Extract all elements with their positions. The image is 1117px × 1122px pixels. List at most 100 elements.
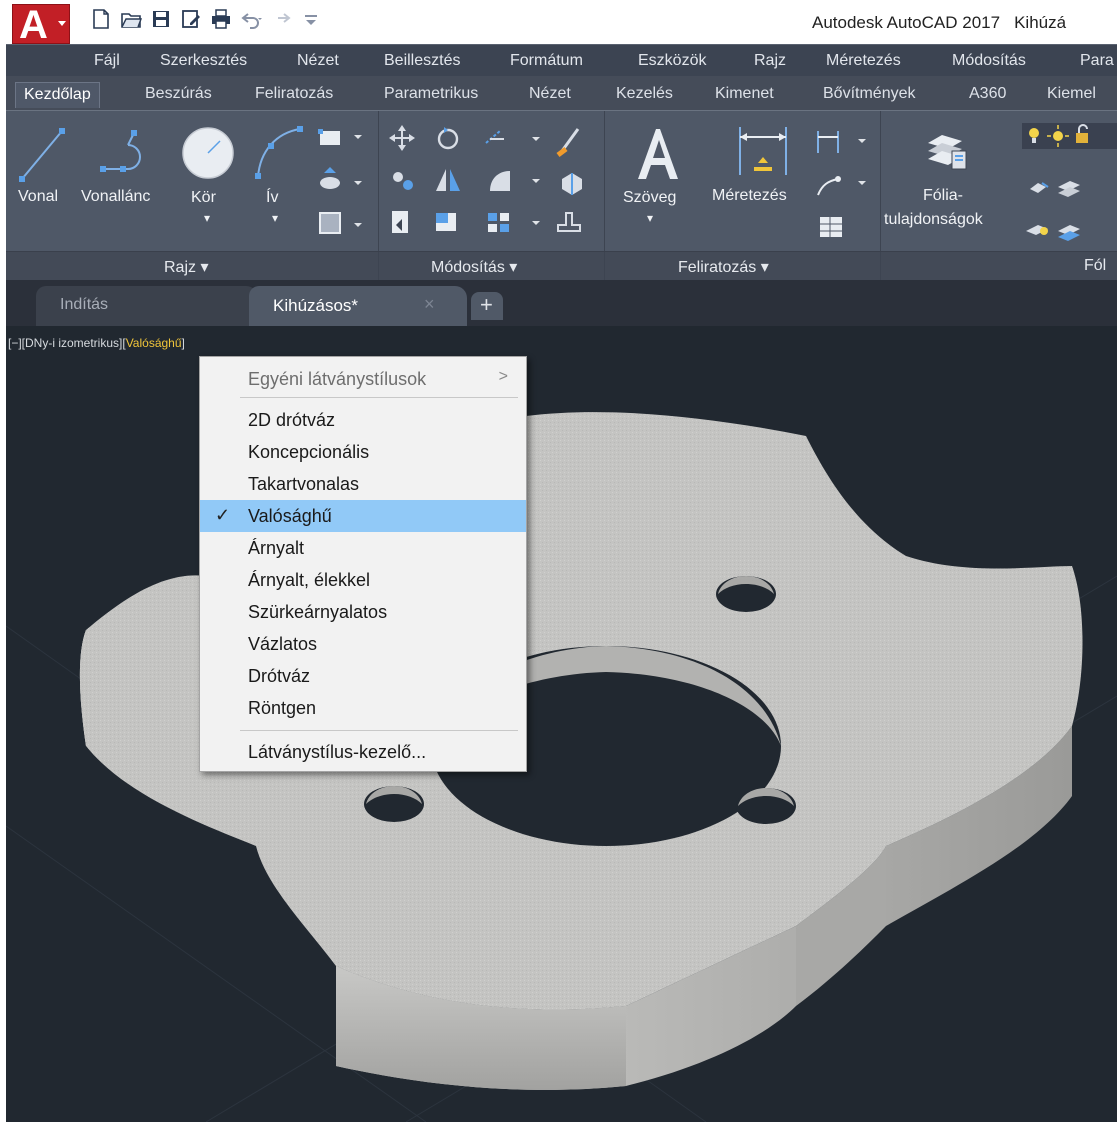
line-icon[interactable]	[18, 123, 68, 183]
viewport-controls-label[interactable]: [−][DNy-i izometrikus][Valósághű]	[8, 336, 185, 350]
menu-edit[interactable]: Szerkesztés	[160, 52, 247, 70]
circle-dropdown-icon[interactable]: ▾	[204, 211, 210, 225]
menu-item-label: Árnyalt, élekkel	[248, 570, 371, 590]
menu-item-label: Egyéni látványstílusok	[248, 369, 427, 389]
tab-output[interactable]: Kimenet	[715, 85, 774, 103]
menu-item-xray[interactable]: Röntgen	[200, 692, 526, 724]
line-tool-label[interactable]: Vonal	[18, 188, 58, 206]
tab-addins[interactable]: Bővítmények	[823, 85, 915, 103]
arc-tool-label[interactable]: Ív	[266, 189, 278, 207]
menu-modify[interactable]: Módosítás	[952, 52, 1026, 70]
menu-item-shades-of-gray[interactable]: Szürkeárnyalatos	[200, 596, 526, 628]
autocad-logo-letter: A	[19, 3, 48, 47]
save-as-icon[interactable]	[180, 8, 202, 30]
menu-item-sketchy[interactable]: Vázlatos	[200, 628, 526, 660]
menu-item-label: Szürkeárnyalatos	[248, 602, 388, 622]
text-tool-icon[interactable]	[634, 125, 680, 181]
modify-tools-icons[interactable]	[386, 121, 596, 245]
tab-parametric[interactable]: Parametrikus	[384, 85, 478, 103]
menu-tools[interactable]: Eszközök	[638, 52, 706, 70]
menu-item-visual-styles-manager[interactable]: Látványstílus-kezelő...	[200, 736, 526, 768]
tab-a360[interactable]: A360	[969, 85, 1006, 103]
start-tab-label: Indítás	[60, 296, 109, 313]
redo-icon[interactable]	[270, 8, 292, 30]
menu-insert[interactable]: Beillesztés	[384, 52, 460, 70]
menu-item-shaded-with-edges[interactable]: Árnyalt, élekkel	[200, 564, 526, 596]
close-icon[interactable]: ×	[424, 294, 435, 315]
arc-icon[interactable]	[252, 123, 306, 181]
file-tab-bar: Indítás Kihúzásos* ×	[6, 280, 1117, 326]
chevron-down-icon: ▾	[509, 259, 518, 276]
menu-parametric[interactable]: Para	[1080, 52, 1114, 70]
application-menu-button[interactable]: A	[12, 3, 70, 47]
title-bar: A Autodesk AutoCAD 2017 Kihúzá	[6, 0, 1117, 47]
panel-title-modify[interactable]: Módosítás ▾	[431, 257, 517, 277]
file-name: Kihúzá	[1014, 13, 1067, 32]
tab-home[interactable]: Kezdőlap	[15, 82, 100, 108]
tab-insert[interactable]: Beszúrás	[145, 85, 212, 103]
polyline-icon[interactable]	[98, 129, 158, 179]
polyline-tool-label[interactable]: Vonallánc	[81, 188, 150, 206]
arc-dropdown-icon[interactable]: ▾	[272, 211, 278, 225]
menu-item-conceptual[interactable]: Koncepcionális	[200, 436, 526, 468]
dimension-tool-label[interactable]: Méretezés	[712, 187, 787, 205]
view-label-suffix: ]	[181, 336, 185, 350]
tab-manage[interactable]: Kezelés	[616, 85, 673, 103]
panel-title-draw[interactable]: Rajz ▾	[164, 257, 209, 277]
circle-tool-label[interactable]: Kör	[191, 189, 216, 207]
panel-title-layers[interactable]: Fól	[1084, 257, 1106, 275]
menu-item-label: Drótváz	[248, 666, 311, 686]
text-dropdown-icon[interactable]: ▾	[647, 211, 653, 225]
panel-title-draw-text: Rajz	[164, 259, 197, 276]
tab-featured[interactable]: Kiemel	[1047, 85, 1096, 103]
ribbon-panel: Vonal Vonallánc Kör ▾ Ív ▾ Szöveg ▾ Mére…	[6, 110, 1117, 282]
menu-item-label: Koncepcionális	[248, 442, 370, 462]
layer-properties-label-1[interactable]: Fólia-	[923, 187, 963, 205]
print-icon[interactable]	[210, 8, 232, 30]
start-tab[interactable]: Indítás	[36, 286, 258, 326]
tab-annotate[interactable]: Feliratozás	[255, 85, 333, 103]
new-file-icon[interactable]	[90, 8, 112, 30]
3d-flange-model[interactable]	[6, 326, 1117, 1122]
menu-format[interactable]: Formátum	[510, 52, 583, 70]
draw-small-tools-icon[interactable]	[314, 125, 364, 245]
undo-icon[interactable]	[240, 8, 262, 30]
open-folder-icon[interactable]	[120, 8, 143, 30]
annotation-small-tools-icon[interactable]	[812, 123, 878, 243]
menu-separator	[240, 397, 518, 398]
menu-item-custom-visual-styles[interactable]: Egyéni látványstílusok >	[200, 363, 526, 395]
drawing-tab[interactable]: Kihúzásos* ×	[249, 286, 467, 326]
layer-tools-icons[interactable]	[1022, 119, 1117, 243]
menu-item-label: Árnyalt	[248, 538, 305, 558]
customize-toolbar-icon[interactable]	[300, 8, 322, 30]
tab-view[interactable]: Nézet	[529, 85, 571, 103]
view-label[interactable]: [−][DNy-i izometrikus][	[8, 336, 126, 350]
menu-view[interactable]: Nézet	[297, 52, 339, 70]
panel-separator	[378, 252, 379, 282]
chevron-down-icon: ▾	[200, 259, 209, 276]
menu-item-label: Takartvonalas	[248, 474, 360, 494]
drawing-tab-label: Kihúzásos*	[273, 296, 359, 315]
menu-item-wireframe[interactable]: Drótváz	[200, 660, 526, 692]
new-tab-button[interactable]: +	[471, 292, 503, 320]
panel-separator	[378, 111, 379, 251]
visual-style-menu: Egyéni látványstílusok > 2D drótváz Konc…	[199, 356, 527, 772]
autocad-window: A Autodesk AutoCAD 2017 Kihúzá Fájl Szer…	[6, 0, 1117, 1122]
circle-icon[interactable]	[180, 125, 236, 181]
layer-properties-label-2[interactable]: tulajdonságok	[884, 211, 983, 229]
dimension-tool-icon[interactable]	[734, 125, 794, 179]
drawing-viewport[interactable]: [−][DNy-i izometrikus][Valósághű]	[6, 326, 1117, 1122]
layer-properties-icon[interactable]	[924, 125, 970, 171]
menu-file[interactable]: Fájl	[94, 52, 120, 70]
menu-dimension[interactable]: Méretezés	[826, 52, 901, 70]
visual-style-label[interactable]: Valósághű	[126, 336, 182, 350]
save-icon[interactable]	[150, 8, 172, 30]
panel-title-annotation[interactable]: Feliratozás ▾	[678, 257, 769, 277]
menu-item-shaded[interactable]: Árnyalt	[200, 532, 526, 564]
menu-separator	[240, 730, 518, 731]
menu-item-hidden[interactable]: Takartvonalas	[200, 468, 526, 500]
text-tool-label[interactable]: Szöveg	[623, 189, 676, 207]
menu-item-realistic[interactable]: ✓ Valósághű	[200, 500, 526, 532]
menu-item-2d-wireframe[interactable]: 2D drótváz	[200, 404, 526, 436]
menu-draw[interactable]: Rajz	[754, 52, 786, 70]
